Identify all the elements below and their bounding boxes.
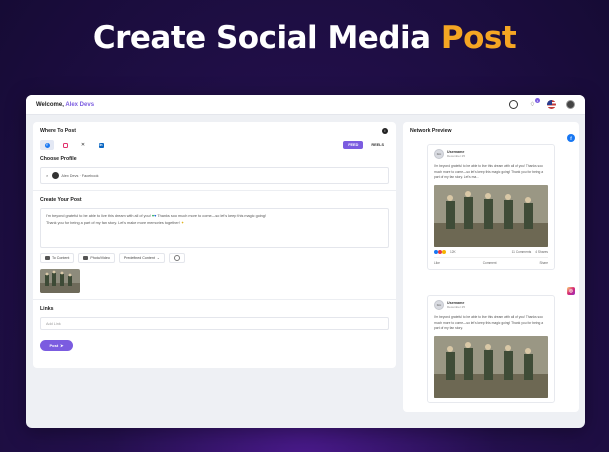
- top-bar: Welcome, Alex Devs ♢ 1: [26, 95, 585, 115]
- network-preview-panel: Network Preview f ◎ Doc Username Decembe…: [403, 122, 579, 412]
- photo-icon: [83, 256, 89, 260]
- comment-action[interactable]: Comment: [483, 261, 497, 265]
- card-likes: 12K: [450, 249, 456, 254]
- notification-badge: 1: [535, 98, 540, 103]
- like-action[interactable]: Like: [434, 261, 440, 265]
- post-text-line-2: Thank you for being a part of my fan sto…: [46, 221, 185, 225]
- upload-button[interactable]: To Content: [40, 253, 75, 263]
- selected-profile-label: Alex Devs · Facebook: [61, 173, 99, 178]
- platform-tab-x[interactable]: ✕: [76, 140, 90, 150]
- platform-tab-linkedin[interactable]: in: [94, 140, 108, 150]
- facebook-icon: f: [44, 142, 50, 148]
- welcome-prefix: Welcome,: [36, 101, 66, 108]
- user-avatar[interactable]: [566, 100, 575, 109]
- choose-profile-label: Choose Profile: [40, 156, 77, 162]
- where-to-post-label: Where To Post: [40, 128, 76, 134]
- card-shares: 4 Shares: [535, 249, 548, 254]
- soldiers-photo: [40, 269, 80, 293]
- hero-title-main: Create Social Media: [92, 20, 441, 56]
- card-date: December 25: [447, 154, 466, 158]
- card-image: [434, 184, 548, 247]
- x-icon: ✕: [80, 142, 86, 148]
- sparkle-icon: ✦: [180, 221, 185, 225]
- photo-library-button[interactable]: Photo/Video: [78, 253, 115, 263]
- profile-select[interactable]: × Alex Devs · Facebook: [40, 167, 389, 184]
- soldiers-photo: [434, 184, 548, 247]
- links-input[interactable]: Add Link: [40, 317, 389, 330]
- attached-image-thumbnail[interactable]: [40, 269, 80, 293]
- card-avatar: Doc: [434, 300, 444, 310]
- upload-icon: [45, 256, 50, 260]
- divider: [33, 190, 396, 191]
- card-comments: 11 Comments: [511, 249, 532, 254]
- format-feed-button[interactable]: FEED: [343, 141, 364, 149]
- facebook-badge-icon: f: [567, 134, 575, 142]
- format-toggle: FEED REELS: [343, 141, 389, 149]
- bell-icon[interactable]: ♢ 1: [528, 98, 540, 109]
- profile-avatar: [52, 172, 60, 179]
- soldiers-photo: [434, 335, 548, 398]
- card-header: Doc Username December 25: [434, 149, 548, 159]
- post-button[interactable]: Post ➤: [40, 340, 73, 351]
- card-text: I'm beyond grateful to be able to live t…: [434, 164, 544, 179]
- card-text: I'm beyond grateful to be able to live t…: [434, 315, 544, 330]
- linkedin-icon: in: [98, 142, 104, 148]
- instagram-preview-card: Doc Username December 25 I'm beyond grat…: [427, 295, 555, 403]
- tool-row: To Content Photo/Video Predefined Conten…: [40, 253, 389, 263]
- topbar-icons: ♢ 1: [509, 98, 575, 109]
- instagram-badge-icon: ◎: [567, 287, 575, 295]
- card-stats: 12K 11 Comments 4 Shares: [434, 249, 548, 254]
- card-header: Doc Username December 25: [434, 300, 548, 310]
- network-preview-title: Network Preview: [410, 128, 452, 134]
- remove-profile-icon[interactable]: ×: [46, 173, 48, 178]
- divider: [33, 299, 396, 300]
- send-icon: ➤: [60, 343, 64, 348]
- card-image: [434, 335, 548, 398]
- post-textarea[interactable]: I'm beyond grateful to be able to live t…: [40, 208, 389, 248]
- welcome-text: Welcome, Alex Devs: [36, 102, 94, 108]
- card-avatar: Doc: [434, 149, 444, 159]
- platform-tab-instagram[interactable]: [58, 140, 72, 150]
- reaction-icons: [434, 249, 446, 254]
- post-text-line-1: I'm beyond grateful to be able to live t…: [46, 214, 266, 218]
- emoji-icon: [173, 255, 180, 261]
- platform-tab-facebook[interactable]: f: [40, 140, 54, 150]
- welcome-user-name: Alex Devs: [65, 101, 95, 108]
- card-actions: Like Comment Share: [434, 256, 548, 265]
- instagram-icon: [62, 142, 68, 148]
- content-mode-select[interactable]: Predefined Content ⌄: [118, 253, 165, 263]
- globe-icon[interactable]: [509, 100, 518, 109]
- hero-title: Create Social Media Post: [0, 20, 609, 56]
- hero-title-accent: Post: [440, 20, 517, 56]
- app-window: Welcome, Alex Devs ♢ 1 Where To Post i f …: [26, 95, 585, 428]
- us-flag-icon[interactable]: [547, 100, 556, 109]
- platform-row: f ✕ in FEED REELS: [40, 140, 389, 150]
- composer-panel: Where To Post i f ✕ in FEED REELS Choose…: [33, 122, 396, 368]
- facebook-preview-card: Doc Username December 25 I'm beyond grat…: [427, 144, 555, 270]
- card-date: December 25: [447, 305, 466, 309]
- info-icon[interactable]: i: [382, 128, 388, 134]
- create-post-label: Create Your Post: [40, 197, 82, 203]
- links-label: Links: [40, 306, 54, 312]
- format-reels-button[interactable]: REELS: [366, 141, 389, 149]
- chevron-down-icon: ⌄: [156, 256, 160, 260]
- emoji-button[interactable]: [168, 253, 185, 263]
- share-action[interactable]: Share: [539, 261, 548, 265]
